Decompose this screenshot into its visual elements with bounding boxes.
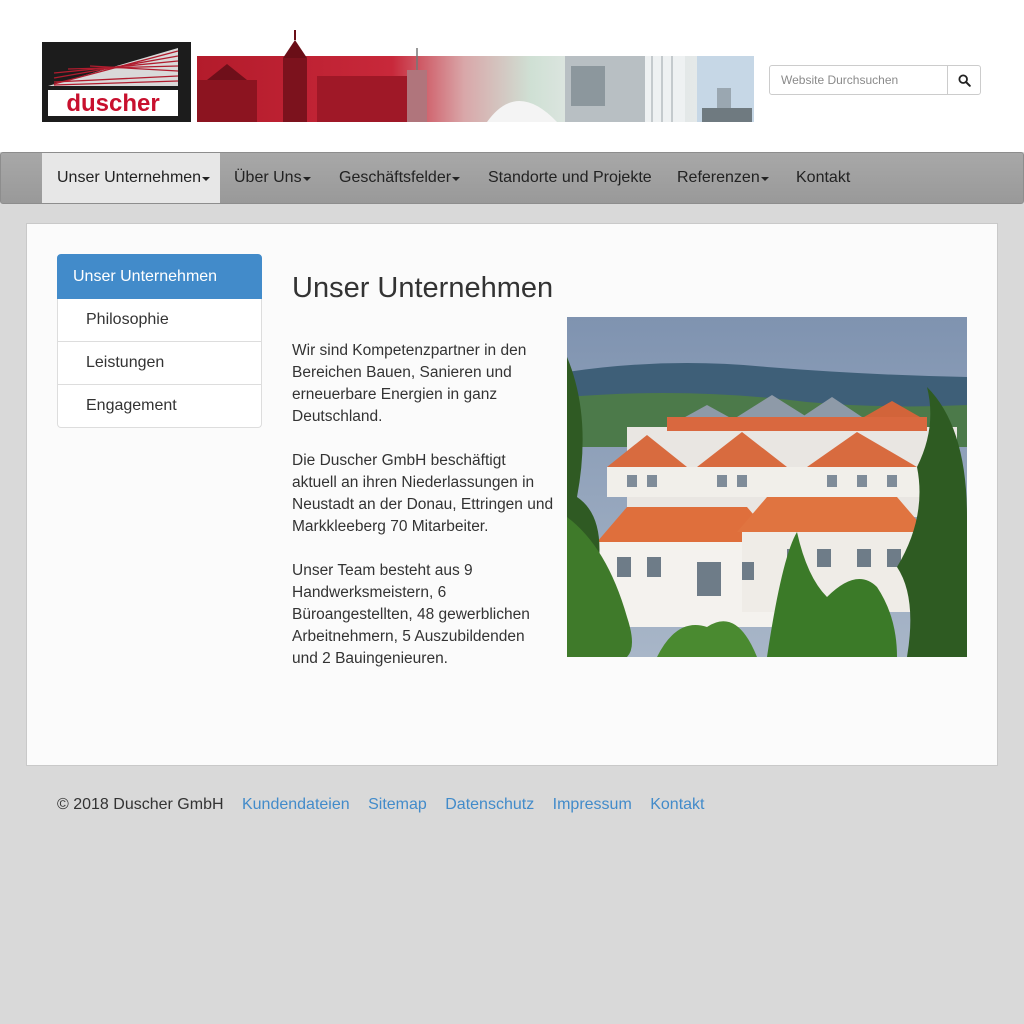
search-input[interactable] [769, 65, 948, 95]
caret-down-icon [452, 177, 461, 182]
paragraph: Wir sind Kompetenzpartner in den Bereich… [292, 342, 527, 425]
site-footer: © 2018 Duscher GmbH Kundendateien Sitema… [57, 796, 718, 814]
sidebar-item-leistungen[interactable]: Leistungen [57, 342, 262, 385]
nav-item-standorte-und-projekte[interactable]: Standorte und Projekte [488, 153, 652, 203]
footer-link-datenschutz[interactable]: Datenschutz [445, 796, 534, 813]
sidebar-item-philosophie[interactable]: Philosophie [57, 299, 262, 342]
footer-link-sitemap[interactable]: Sitemap [368, 796, 427, 813]
company-building-photo [567, 317, 967, 657]
header-banner-image [197, 30, 754, 122]
duscher-logo[interactable]: duscher [42, 42, 191, 122]
search-button[interactable] [947, 65, 981, 95]
sidebar: Unser Unternehmen Philosophie Leistungen… [57, 254, 262, 428]
site-header: duscher [0, 0, 1024, 152]
caret-down-icon [302, 177, 311, 182]
paragraph: Die Duscher GmbH beschäftigt aktuell an … [292, 452, 554, 535]
content-panel: Unser Unternehmen Philosophie Leistungen… [26, 223, 998, 766]
paragraph: Unser Team besteht aus 9 Handwerksmeiste… [292, 562, 530, 667]
nav-item-ueber-uns[interactable]: Über Uns [234, 153, 311, 203]
footer-link-impressum[interactable]: Impressum [553, 796, 632, 813]
intro-text: Wir sind Kompetenzpartner in den Bereich… [292, 340, 554, 692]
footer-link-kundendateien[interactable]: Kundendateien [242, 796, 350, 813]
main-nav: Unser Unternehmen Über Uns Geschäftsfeld… [0, 152, 1024, 204]
footer-link-kontakt[interactable]: Kontakt [650, 796, 704, 813]
caret-down-icon [760, 177, 769, 182]
caret-down-icon [202, 177, 211, 182]
copyright-text: © 2018 Duscher GmbH [57, 796, 224, 813]
search-icon [957, 73, 971, 87]
nav-item-kontakt[interactable]: Kontakt [796, 153, 850, 203]
nav-item-geschaeftsfelder[interactable]: Geschäftsfelder [339, 153, 461, 203]
nav-item-unser-unternehmen[interactable]: Unser Unternehmen [42, 153, 220, 203]
site-search [769, 65, 981, 95]
sidebar-item-engagement[interactable]: Engagement [57, 385, 262, 428]
page-title: Unser Unternehmen [292, 272, 554, 304]
sidebar-item-unser-unternehmen[interactable]: Unser Unternehmen [57, 254, 262, 299]
svg-text:duscher: duscher [66, 90, 159, 117]
nav-item-referenzen[interactable]: Referenzen [677, 153, 769, 203]
